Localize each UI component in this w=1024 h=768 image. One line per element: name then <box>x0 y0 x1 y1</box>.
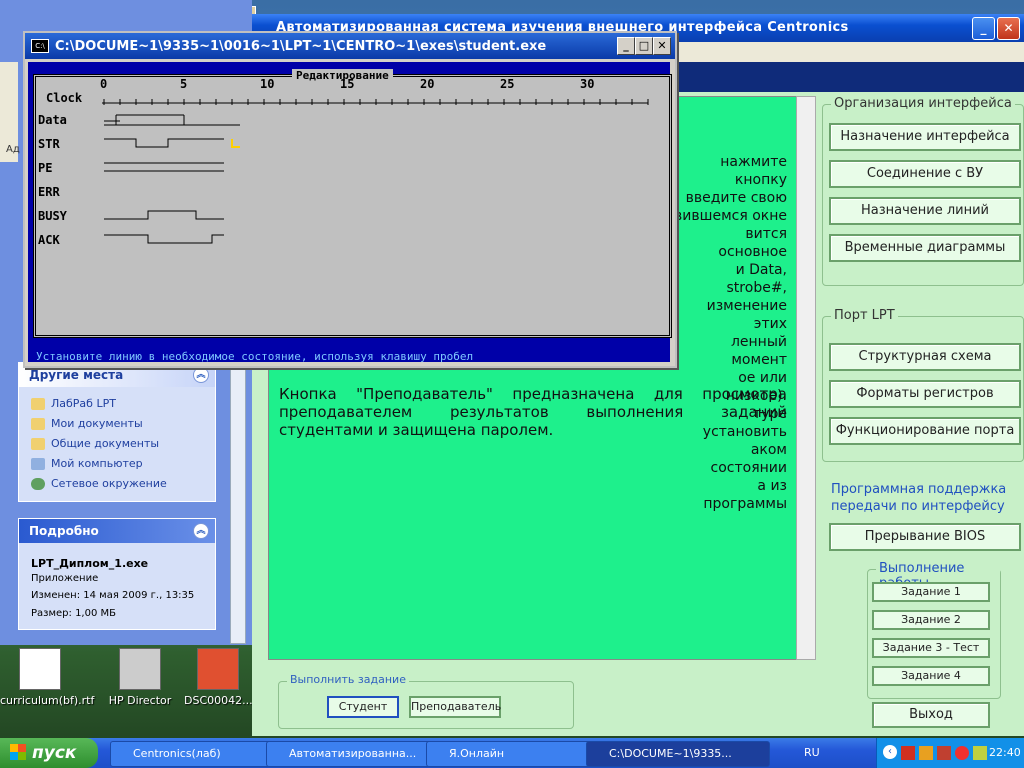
signal-waveform <box>104 114 240 126</box>
description-text-1: нажмите кнопку введите свою вившемся окне в… <box>674 154 787 512</box>
taskbar: пуск Centronics(лаб) Автоматизированна..… <box>0 738 1024 768</box>
purpose-interface-button[interactable]: Назначение интерфейса <box>829 123 1021 151</box>
signal-waveform <box>104 210 224 220</box>
link-my-computer[interactable]: Мой компьютер <box>31 457 143 470</box>
editing-frame: Редактирование Clock 0 5 10 15 20 25 30 Data ST… <box>33 69 672 338</box>
details-box: Подробно ︽ LPT_Диплом_1.exe Приложение И… <box>18 518 216 630</box>
task-2-button[interactable]: Задание 2 <box>872 610 990 630</box>
desktop-file-curriculum[interactable]: curriculum(bf).rtf <box>0 648 94 707</box>
signal-waveform <box>104 162 224 172</box>
org-interface-group: Организация интерфейса Назначение интерф… <box>822 96 1024 286</box>
windows-logo-icon <box>10 744 26 760</box>
folder-icon <box>31 438 45 450</box>
register-formats-button[interactable]: Форматы регистров <box>829 380 1021 408</box>
console-maximize-button[interactable]: □ <box>635 37 653 55</box>
explorer-scrollbar[interactable] <box>230 360 246 644</box>
teacher-button[interactable]: Преподаватель <box>409 696 501 718</box>
close-button[interactable]: ✕ <box>997 17 1020 40</box>
desktop-file-dsc[interactable]: DSC00042... <box>184 648 253 707</box>
clock: 22:40 <box>989 746 1021 759</box>
network-icon <box>31 478 45 490</box>
timing-diagrams-button[interactable]: Временные диаграммы <box>829 234 1021 262</box>
word-document-icon <box>19 648 61 690</box>
file-type: Приложение <box>31 573 99 584</box>
hp-director-icon <box>119 648 161 690</box>
other-places-title: Другие места <box>29 368 124 382</box>
computer-icon <box>31 458 45 470</box>
description-scrollbar[interactable] <box>796 96 816 660</box>
link-network[interactable]: Сетевое окружение <box>31 477 167 490</box>
console-screen[interactable]: Редактирование Clock 0 5 10 15 20 25 30 Data ST… <box>28 62 672 363</box>
minimize-button[interactable]: _ <box>972 17 995 40</box>
details-title: Подробно <box>29 524 99 538</box>
signal-waveform <box>104 138 224 148</box>
description-text-2: Кнопка "Преподаватель" предназначена для… <box>279 385 787 439</box>
work-group: Выполнение работы Задание 1 Задание 2 За… <box>867 561 1001 699</box>
edit-cursor <box>231 139 240 148</box>
program-support-group: Программная поддержка передачи по интерф… <box>822 482 1024 706</box>
port-function-button[interactable]: Функционирование порта <box>829 417 1021 445</box>
program-support-legend: Программная поддержка передачи по интерф… <box>831 482 1007 514</box>
system-tray: ‹ 22:40 <box>876 738 1024 768</box>
task-centronics[interactable]: Centronics(лаб) <box>110 741 282 767</box>
task-4-button[interactable]: Задание 4 <box>872 666 990 686</box>
collapse-chevron-icon[interactable]: ︽ <box>193 367 209 383</box>
console-close-button[interactable]: ✕ <box>653 37 671 55</box>
bios-interrupt-button[interactable]: Прерывание BIOS <box>829 523 1021 551</box>
folder-icon <box>31 418 45 430</box>
mail-agent-icon[interactable] <box>919 746 933 760</box>
run-task-group: Выполнить задание Студент Преподаватель <box>278 673 574 729</box>
task-automated-system[interactable]: Автоматизированна... <box>266 741 442 767</box>
battery-icon[interactable] <box>973 746 987 760</box>
console-titlebar[interactable]: C:\ C:\DOCUME~1\9335~1\0016~1\LPT~1\CENT… <box>25 33 675 59</box>
image-file-icon <box>197 648 239 690</box>
language-indicator[interactable]: RU <box>804 746 820 759</box>
start-button[interactable]: пуск <box>0 738 98 768</box>
link-my-documents[interactable]: Мои документы <box>31 417 143 430</box>
yandex-icon[interactable] <box>955 746 969 760</box>
task-1-button[interactable]: Задание 1 <box>872 582 990 602</box>
file-name: LPT_Диплом_1.exe <box>31 557 149 570</box>
lpt-port-group: Порт LPT Структурная схема Форматы регис… <box>822 308 1024 462</box>
address-label: Ад <box>6 144 20 155</box>
collapse-chevron-icon[interactable]: ︽ <box>193 523 209 539</box>
console-app-icon: C:\ <box>31 39 49 53</box>
link-shared-documents[interactable]: Общие документы <box>31 437 159 450</box>
console-window: C:\ C:\DOCUME~1\9335~1\0016~1\LPT~1\CENT… <box>23 31 677 368</box>
structure-scheme-button[interactable]: Структурная схема <box>829 343 1021 371</box>
console-minimize-button[interactable]: _ <box>617 37 635 55</box>
console-title: C:\DOCUME~1\9335~1\0016~1\LPT~1\CENTRO~1… <box>55 39 547 54</box>
file-size: Размер: 1,00 МБ <box>31 608 116 619</box>
connection-vu-button[interactable]: Соединение с ВУ <box>829 160 1021 188</box>
link-labrab[interactable]: ЛабРаб LPT <box>31 397 116 410</box>
timing-diagram <box>102 99 649 244</box>
task-ya-online[interactable]: Я.Онлайн <box>426 741 600 767</box>
exit-button[interactable]: Выход <box>872 702 990 728</box>
student-button[interactable]: Студент <box>327 696 399 718</box>
file-modified: Изменен: 14 мая 2009 г., 13:35 <box>31 590 195 601</box>
tray-arrow-icon[interactable]: ‹ <box>883 745 897 759</box>
task-console[interactable]: C:\DOCUME~1\9335... <box>586 741 770 767</box>
console-status: Установите линию в необходимое состояние… <box>36 350 474 363</box>
antivirus-icon[interactable] <box>901 746 915 760</box>
network-tray-icon[interactable] <box>937 746 951 760</box>
task-3-button[interactable]: Задание 3 - Тест <box>872 638 990 658</box>
other-places-box: Другие места ︽ ЛабРаб LPT Мои документы … <box>18 362 216 502</box>
desktop-hp-director[interactable]: HP Director <box>100 648 180 707</box>
lines-purpose-button[interactable]: Назначение линий <box>829 197 1021 225</box>
signal-waveform <box>104 234 224 244</box>
folder-icon <box>31 398 45 410</box>
